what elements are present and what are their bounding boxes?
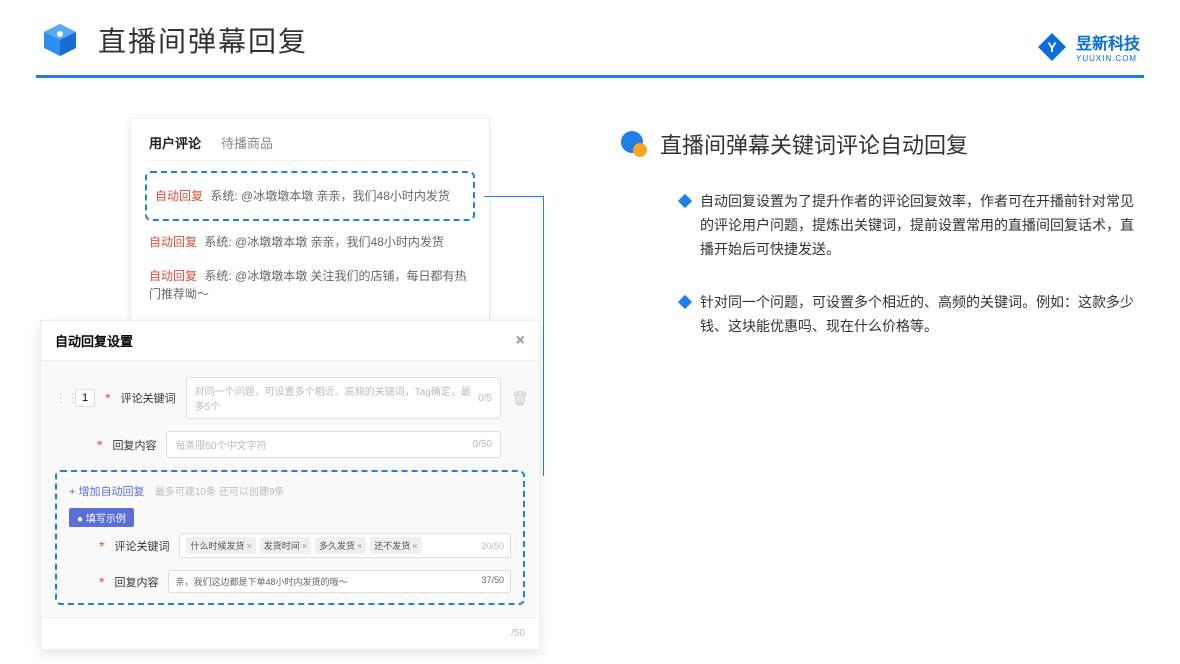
- tab-pending-products[interactable]: 待播商品: [221, 133, 273, 152]
- auto-reply-tag: 自动回复: [149, 235, 197, 249]
- content-label: 回复内容: [112, 437, 156, 453]
- auto-reply-settings-panel: 自动回复设置 × ⋮⋮ 1 * 评论关键词 对同一个问题，可设置多个相近、高频的…: [40, 320, 540, 650]
- page-title: 直播间弹幕回复: [98, 20, 308, 60]
- logo-cube-icon: [40, 20, 80, 60]
- bullet-diamond-icon: [678, 194, 692, 208]
- close-icon[interactable]: ×: [516, 332, 525, 350]
- bullet-text-1: 自动回复设置为了提升作者的评论回复效率，作者可在开播前针对常见的评论用户问题，提…: [700, 190, 1140, 261]
- bullet-text-2: 针对同一个问题，可设置多个相近的、高频的关键词。例如：这款多少钱、这块能优惠吗、…: [700, 291, 1140, 339]
- tab-user-comments[interactable]: 用户评论: [149, 133, 201, 152]
- highlighted-comment: 自动回复 系统: @冰墩墩本墩 亲亲，我们48小时内发货: [145, 171, 475, 221]
- auto-reply-tag: 自动回复: [155, 189, 203, 203]
- comments-panel: 用户评论 待播商品 自动回复 系统: @冰墩墩本墩 亲亲，我们48小时内发货 自…: [130, 118, 490, 330]
- comment-text: 系统: @冰墩墩本墩 亲亲，我们48小时内发货: [204, 235, 444, 249]
- brand-name-en: YUUXIN.COM: [1076, 54, 1140, 63]
- brand-logo: Y 昱新科技 YUUXIN.COM: [1036, 30, 1140, 63]
- drag-handle-icon[interactable]: ⋮⋮: [55, 391, 65, 405]
- section-title: 直播间弹幕关键词评论自动回复: [660, 128, 968, 160]
- example-content-input[interactable]: 亲，我们这边都是下单48小时内发货的哦～ 37/50: [168, 570, 511, 593]
- svg-text:Y: Y: [1047, 39, 1057, 55]
- keyword-label: 评论关键词: [121, 390, 176, 406]
- delete-icon[interactable]: 🗑: [511, 390, 525, 407]
- brand-name-cn: 昱新科技: [1076, 30, 1140, 54]
- chat-bubble-icon: [620, 130, 648, 158]
- settings-title: 自动回复设置: [55, 331, 133, 350]
- comment-text: 系统: @冰墩墩本墩 亲亲，我们48小时内发货: [210, 189, 450, 203]
- row-number: 1: [75, 389, 95, 407]
- required-dot: *: [105, 390, 110, 406]
- example-badge: ● 填写示例: [69, 508, 134, 527]
- auto-reply-tag: 自动回复: [149, 269, 197, 283]
- add-auto-reply-link[interactable]: + 增加自动回复: [69, 486, 144, 498]
- example-keyword-input[interactable]: 什么时候发货× 发货时间× 多久发货× 还不发货× 20/50: [179, 533, 511, 558]
- example-keyword-label: 评论关键词: [114, 538, 169, 554]
- footer-count: /50: [511, 628, 525, 639]
- required-dot: *: [97, 437, 102, 453]
- keyword-input[interactable]: 对同一个问题，可设置多个相近、高频的关键词，Tag确定，最多5个 0/5: [186, 377, 501, 419]
- example-section: + 增加自动回复 最多可建10条 还可以创建9条 ● 填写示例 * 评论关键词 …: [55, 470, 525, 605]
- bullet-diamond-icon: [678, 295, 692, 309]
- add-hint: 最多可建10条 还可以创建9条: [155, 487, 284, 498]
- example-content-label: 回复内容: [114, 574, 158, 590]
- content-input[interactable]: 每条限50个中文字符 0/50: [166, 431, 501, 458]
